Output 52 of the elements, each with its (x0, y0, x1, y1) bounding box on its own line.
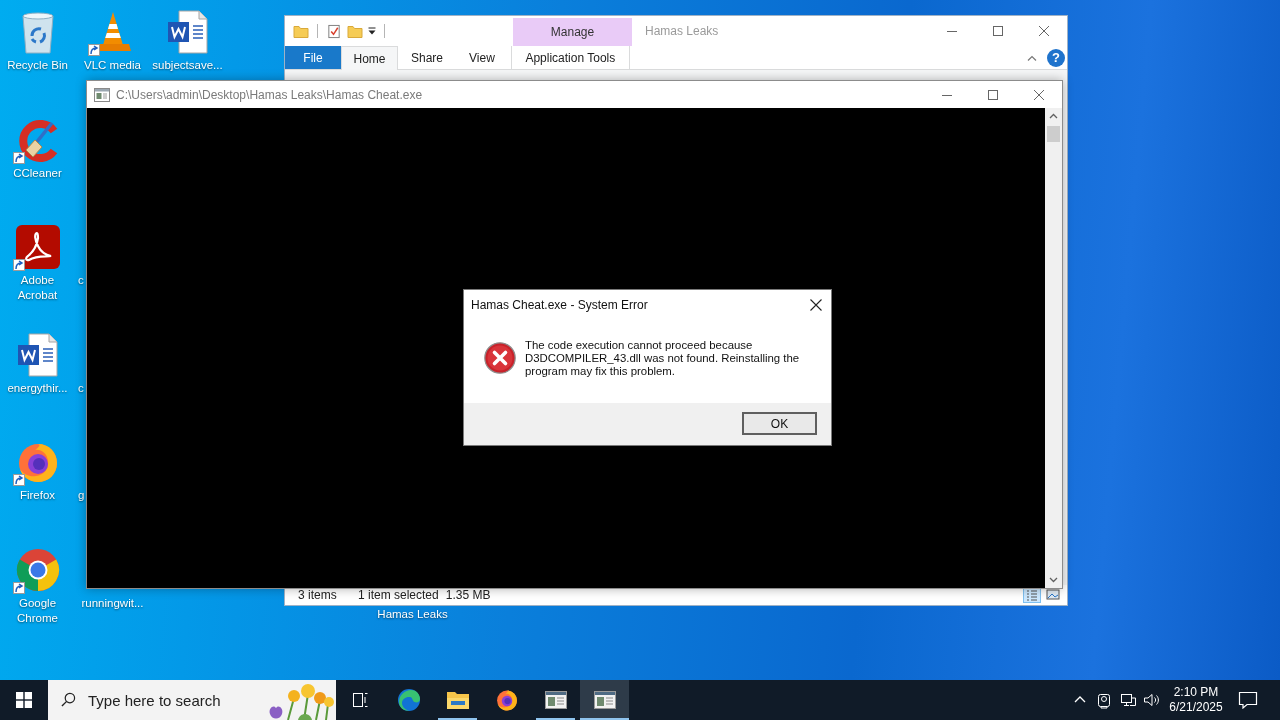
desktop-icon-label[interactable]: VLC media (84, 58, 141, 73)
checklist-icon[interactable] (326, 23, 342, 39)
scrollbar-thumb[interactable] (1047, 126, 1060, 142)
desktop-icon-label[interactable]: Adobe Acrobat (0, 273, 75, 304)
context-tab-header: Manage (513, 18, 632, 46)
wave-browser-icon (396, 688, 421, 712)
desktop-icon-label[interactable]: c (78, 380, 84, 396)
pdf-icon[interactable] (14, 224, 61, 271)
dropdown-icon[interactable] (368, 27, 376, 35)
desktop-icon-label[interactable]: Google Chrome (0, 595, 75, 626)
help-button[interactable]: ? (1047, 48, 1065, 67)
desktop-icon-label[interactable]: c (78, 273, 84, 289)
dialog-title: Hamas Cheat.exe - System Error (471, 297, 648, 312)
ribbon-tab[interactable]: Home (341, 46, 398, 70)
search-field[interactable]: Type here to search (48, 680, 336, 720)
error-icon (484, 342, 516, 374)
window-title: Hamas Leaks (645, 24, 719, 38)
browser-icon (494, 688, 519, 712)
clock-date[interactable]: 6/21/2025 (1169, 700, 1223, 715)
desktop-icon-label[interactable]: g (78, 488, 85, 504)
search-icon (61, 692, 76, 707)
close-icon (1034, 89, 1044, 100)
status-size: 1.35 MB (445, 588, 491, 602)
desktop-icon-label[interactable]: Recycle Bin (7, 58, 68, 73)
desktop-icon-label[interactable]: Hamas Leaks (377, 606, 448, 622)
desktop-icon-label[interactable]: subjectsave... (152, 58, 223, 73)
chevron-up-icon[interactable] (1027, 54, 1037, 61)
status-item-count: 3 items (298, 588, 338, 602)
maximize-icon (988, 89, 998, 100)
desktop-icon-label[interactable]: CCleaner (13, 165, 62, 181)
console-window-icon (94, 87, 110, 102)
console-window-icon (543, 688, 568, 712)
close-icon (810, 298, 822, 311)
taskbar-app-button[interactable] (580, 680, 629, 720)
maximize-icon (993, 26, 1003, 36)
clock-time[interactable]: 2:10 PM (1173, 685, 1219, 700)
ribbon-tab[interactable]: File (285, 46, 341, 69)
browser-icon[interactable] (14, 546, 61, 593)
ok-button[interactable]: OK (742, 412, 817, 435)
desktop-icon-label[interactable]: runningwit... (81, 595, 144, 611)
ribbon-tab[interactable]: Application Tools (510, 46, 630, 69)
notification-icon (1238, 691, 1258, 709)
task-view-icon (350, 690, 370, 710)
windows-logo-icon (16, 692, 32, 708)
console-window-icon (592, 688, 617, 712)
desktop-icon-label[interactable]: energythir... (7, 380, 68, 396)
vertical-scrollbar[interactable] (1045, 108, 1062, 588)
error-message: The code execution cannot proceed because D3DCOMPILER_43.dll was not found. Reinstalling the program may fix this problem. (525, 339, 801, 378)
window-title: C:\Users\admin\Desktop\Hamas Leaks\Hamas Cheat.exe (116, 87, 423, 102)
status-selection: 1 item selected (358, 588, 439, 602)
close-icon (1039, 26, 1049, 36)
desktop-icon-label[interactable]: Firefox (19, 488, 56, 504)
